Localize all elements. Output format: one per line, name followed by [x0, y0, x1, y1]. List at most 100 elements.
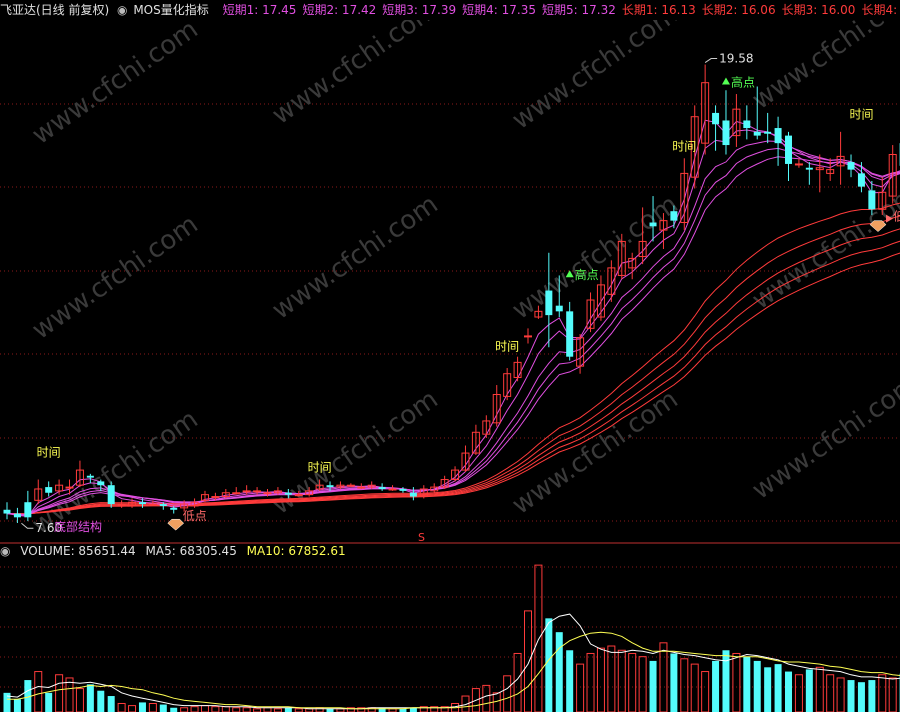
candle-body	[107, 485, 115, 505]
volume-bar	[815, 666, 824, 712]
volume-bar	[868, 680, 876, 712]
volume-bar	[576, 663, 585, 712]
volume-bar	[690, 663, 699, 712]
candle-body	[785, 135, 792, 164]
candle-body	[284, 492, 292, 495]
candle-body	[65, 486, 74, 489]
volume-bar	[180, 707, 189, 712]
volume-bar	[159, 704, 167, 712]
volume-bar	[826, 674, 835, 712]
volume-bar	[524, 610, 532, 712]
volume-bar	[263, 707, 272, 712]
volume-bar	[148, 702, 157, 712]
volume-chart[interactable]	[0, 555, 900, 712]
volume-bar	[847, 680, 855, 712]
candle-body	[649, 222, 657, 227]
volume-bar	[117, 702, 126, 712]
candle-body	[357, 486, 366, 489]
indicator-header: 飞亚达(日线 前复权) ◉ MOS量化指标 短期1: 17.45 短期2: 17.…	[0, 0, 900, 20]
candle-body	[170, 507, 178, 510]
high-price-label: 19.58	[719, 52, 753, 66]
candle-body	[211, 496, 220, 499]
candle-body	[555, 305, 563, 312]
high-point-triangle	[721, 77, 730, 85]
candle-body	[117, 503, 126, 506]
volume-bar	[649, 660, 657, 712]
volume-bar	[586, 652, 595, 712]
candle-body	[670, 211, 678, 221]
time-signal-label: 时间	[308, 461, 332, 475]
ma-value-item: 短期2: 17.42	[302, 3, 377, 17]
volume-bar	[211, 706, 220, 712]
volume-bar	[190, 706, 199, 712]
volume-bar	[65, 677, 74, 712]
indicator-name[interactable]: MOS量化指标	[133, 0, 208, 20]
volume-bar	[221, 706, 230, 712]
high-point-label: 高点	[575, 267, 599, 282]
ma-value-item: 长期4: 15.92	[861, 3, 900, 17]
candle-body	[294, 494, 303, 497]
candle-body	[253, 490, 262, 493]
ma-value-item: 长期2: 16.06	[701, 3, 776, 17]
candle-body	[399, 488, 407, 491]
candle-body	[847, 162, 855, 170]
volume-bar	[242, 707, 251, 712]
volume-bar	[86, 684, 94, 712]
watermark-text: www.cfchi.com	[507, 384, 684, 520]
candle-body	[263, 492, 272, 495]
volume-bar	[638, 656, 647, 712]
low-point-label: 低点	[183, 509, 207, 523]
time-signal-label: 时间	[495, 340, 519, 354]
volume-bar	[722, 650, 730, 712]
volume-bar	[712, 660, 720, 712]
ma-value-item: 短期4: 17.35	[462, 3, 537, 17]
time-signal-label: 时间	[37, 446, 61, 460]
volume-bar	[492, 692, 501, 712]
volume-bar	[566, 650, 574, 712]
candle-body	[857, 173, 865, 187]
candle-body	[232, 492, 241, 495]
ma-value-item: 短期3: 17.39	[382, 3, 457, 17]
bottom-structure-label: 底部结构	[54, 519, 102, 534]
volume-bar	[753, 660, 761, 712]
volume-bar	[75, 688, 84, 712]
volume-bar	[170, 707, 178, 712]
volume-bar	[628, 652, 637, 712]
volume-bars	[3, 564, 900, 712]
candle-body	[712, 112, 720, 125]
volume-bar	[857, 682, 865, 712]
volume-bar	[785, 671, 792, 712]
stock-title[interactable]: 飞亚达(日线 前复权)	[0, 0, 109, 20]
volume-bar	[3, 692, 11, 712]
watermark-text: www.cfchi.com	[267, 20, 444, 131]
volume-bar	[680, 658, 689, 712]
settings-circle-icon[interactable]: ◉	[117, 0, 127, 20]
candle-body	[13, 513, 21, 518]
candle-body	[566, 311, 574, 357]
candle-body	[753, 131, 761, 136]
volume-bar	[503, 675, 512, 712]
volume-bar	[128, 705, 137, 712]
volume-bar	[55, 674, 64, 712]
volume-bar	[607, 645, 616, 712]
candle-body	[378, 487, 386, 489]
volume-bar	[617, 649, 626, 712]
volume-bar	[836, 677, 845, 712]
volume-bar	[774, 664, 782, 712]
candle-body	[743, 120, 751, 129]
volume-bar	[97, 690, 105, 712]
watermark-text: www.cfchi.com	[747, 179, 900, 315]
watermark-text: www.cfchi.com	[507, 189, 684, 325]
volume-bar	[878, 674, 887, 712]
candle-body	[326, 485, 334, 488]
volume-bar	[888, 677, 897, 712]
volume-bar	[107, 696, 115, 712]
candle-body	[3, 509, 11, 514]
volume-bar	[138, 702, 146, 712]
s-signal-marker: S	[418, 531, 425, 544]
volume-bar	[232, 707, 241, 712]
price-chart[interactable]: www.cfchi.com www.cfchi.com www.cfchi.com w…	[0, 20, 900, 545]
volume-bar	[34, 671, 43, 712]
ma-value-item: 长期1: 16.13	[621, 3, 696, 17]
volume-bar	[555, 632, 563, 712]
